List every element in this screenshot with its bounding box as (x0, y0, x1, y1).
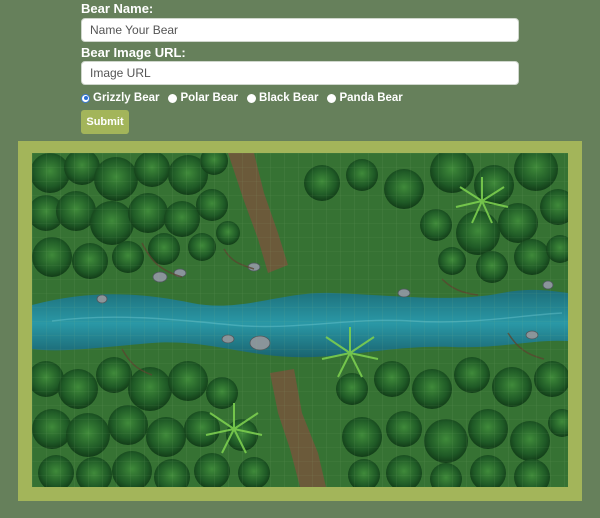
radio-button-icon[interactable] (327, 93, 337, 103)
submit-button[interactable]: Submit (81, 110, 129, 134)
radio-button-icon[interactable] (81, 93, 90, 103)
radio-label: Grizzly Bear (93, 92, 160, 104)
radio-black-bear[interactable]: Black Bear (247, 92, 318, 104)
radio-panda-bear[interactable]: Panda Bear (327, 92, 403, 104)
radio-label: Black Bear (259, 92, 319, 104)
bear-image-url-label: Bear Image URL: (81, 45, 186, 60)
bear-image-url-input[interactable] (81, 61, 519, 85)
radio-grizzly-bear[interactable]: Grizzly Bear (81, 92, 159, 104)
bear-name-label: Bear Name: (81, 1, 154, 16)
bear-type-radio-group: Grizzly Bear Polar Bear Black Bear Panda… (81, 91, 412, 105)
radio-polar-bear[interactable]: Polar Bear (168, 92, 238, 104)
map-image-frame (18, 141, 582, 501)
forest-river-map-image (32, 153, 568, 487)
radio-label: Panda Bear (339, 92, 403, 104)
radio-button-icon[interactable] (247, 93, 257, 103)
radio-button-icon[interactable] (168, 93, 178, 103)
radio-label: Polar Bear (180, 92, 239, 104)
bear-name-input[interactable] (81, 18, 519, 42)
